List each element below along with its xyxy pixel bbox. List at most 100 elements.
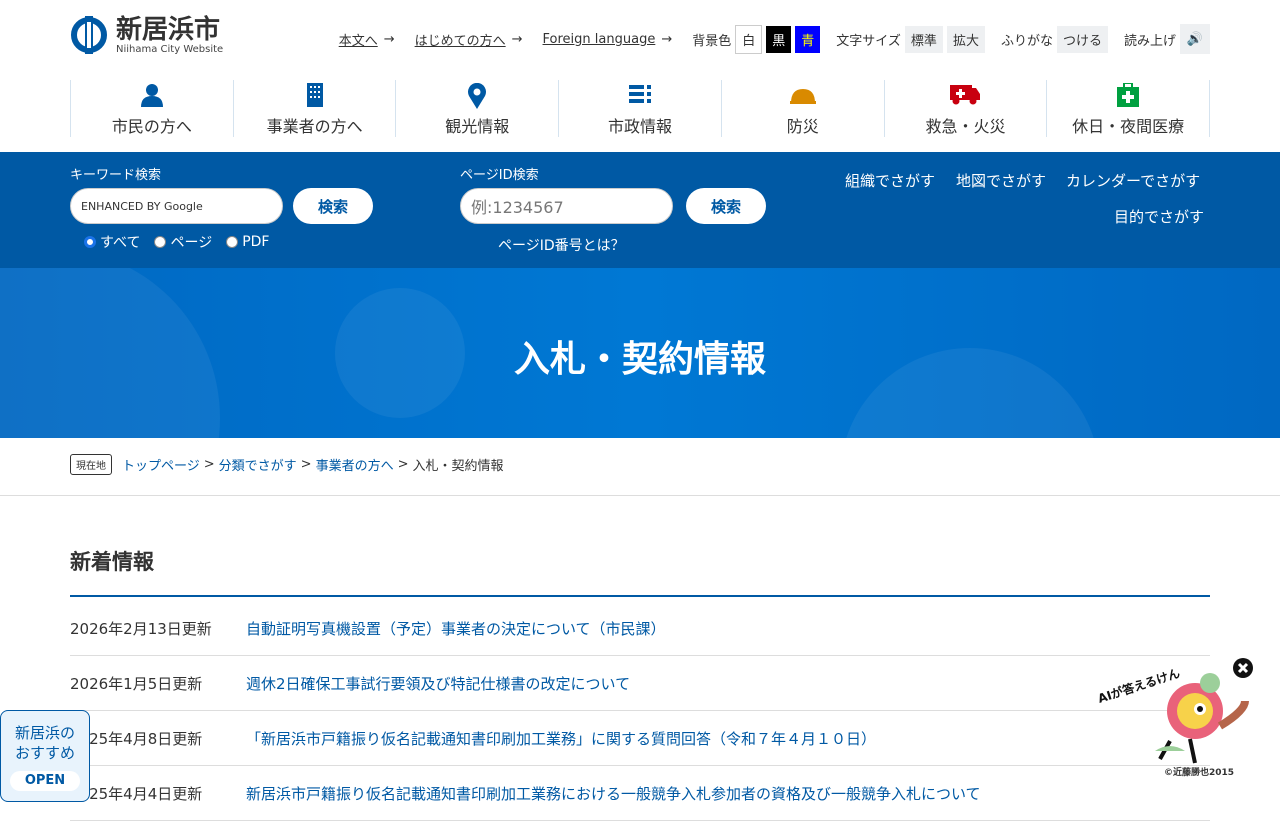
- recommend-panel[interactable]: 新居浜の おすすめ OPEN: [0, 710, 90, 802]
- copyright-text: ©近藤勝也2015: [1164, 768, 1235, 778]
- arrow-icon: →: [511, 31, 523, 47]
- building-icon: [306, 83, 323, 107]
- radio-checked-icon: [84, 236, 96, 248]
- nav-tourism[interactable]: 観光情報: [395, 80, 558, 137]
- search-by-purpose-link[interactable]: 目的でさがす: [1114, 206, 1204, 227]
- radio-unchecked-icon: [226, 236, 239, 248]
- mascot-icon: [1155, 673, 1249, 764]
- recommend-title: おすすめ: [14, 744, 75, 762]
- city-emblem-icon: [71, 16, 107, 54]
- furigana-label: ふりがな: [1000, 33, 1053, 49]
- font-standard-button[interactable]: 標準: [904, 25, 943, 53]
- nav-citizens[interactable]: 市民の方へ: [70, 80, 233, 137]
- site-logo[interactable]: 新居浜市 Niihama City Website: [70, 14, 223, 56]
- utility-bar: 本文へ → はじめての方へ → Foreign language → 背景色 白 黒 …: [339, 24, 1210, 54]
- search-by-calendar-link[interactable]: カレンダーでさがす: [1066, 170, 1200, 191]
- nav-disaster[interactable]: 防災: [720, 80, 884, 137]
- radio-label: すべて: [100, 235, 141, 251]
- first-aid-icon: [1117, 83, 1140, 107]
- recommend-title: 新居浜の: [14, 724, 75, 742]
- nav-label: 事業者の方へ: [266, 117, 363, 136]
- bg-color-label: 背景色: [692, 33, 732, 49]
- news-link[interactable]: 自動証明写真機設置（予定）事業者の決定について（市民課）: [246, 618, 666, 639]
- page-title: 入札・契約情報: [513, 339, 766, 380]
- news-date: 2026年2月13日更新: [70, 619, 212, 638]
- nav-label: 防災: [786, 117, 819, 136]
- current-location-badge: 現在地: [70, 454, 112, 475]
- first-visit-link[interactable]: はじめての方へ: [415, 30, 506, 49]
- radio-label: PDF: [242, 234, 270, 250]
- nav-business[interactable]: 事業者の方へ: [232, 80, 396, 137]
- search-scope-radios: すべて ページ PDF: [84, 232, 269, 252]
- radio-unchecked-icon: [154, 236, 167, 248]
- person-icon: [140, 84, 163, 107]
- open-button[interactable]: OPEN: [10, 771, 80, 791]
- search-by-map-link[interactable]: 地図でさがす: [956, 170, 1046, 191]
- separator: >: [300, 457, 312, 472]
- radio-label: ページ: [170, 235, 213, 251]
- radio-all[interactable]: すべて: [84, 232, 140, 252]
- news-link[interactable]: 週休2日確保工事試行要領及び特記仕様書の改定について: [246, 673, 630, 694]
- news-date: 2025年4月8日更新: [70, 729, 203, 748]
- news-link[interactable]: 「新居浜市戸籍振り仮名記載通知書印刷加工業務」に関する質問回答（令和７年４月１０…: [246, 728, 876, 749]
- page-hero: 入札・契約情報: [0, 268, 1280, 438]
- arrow-icon: →: [661, 31, 673, 47]
- breadcrumb-link[interactable]: トップページ: [122, 455, 200, 474]
- pageid-help-link[interactable]: ページID番号とは？: [498, 235, 625, 255]
- radio-page[interactable]: ページ: [154, 232, 212, 252]
- list-item: 2025年4月4日更新 新居浜市戸籍振り仮名記載通知書印刷加工業務における一般競争…: [70, 766, 1210, 821]
- font-large-button[interactable]: 拡大: [946, 25, 985, 53]
- pageid-input[interactable]: 例:1234567: [460, 188, 673, 224]
- radio-pdf[interactable]: PDF: [226, 232, 269, 252]
- list-item: 2025年4月8日更新 「新居浜市戸籍振り仮名記載通知書印刷加工業務」に関する質問…: [70, 711, 1210, 766]
- nav-emergency[interactable]: 救急・火災: [883, 80, 1047, 137]
- divider: [0, 495, 1280, 496]
- list-icon: [629, 85, 652, 103]
- foreign-language-link[interactable]: Foreign language: [543, 32, 656, 47]
- main-nav: 市民の方へ 事業者の方へ 観光情報 市政情報 防災 救急・火災 休日・夜間医療: [70, 80, 1211, 137]
- pageid-search-button[interactable]: 検索: [686, 188, 766, 224]
- search-band: キーワード検索 ENHANCED BY Google 検索 すべて ページ PD…: [0, 152, 1280, 268]
- logo-subtitle: Niihama City Website: [116, 43, 224, 55]
- pageid-search-label: ページID検索: [460, 168, 539, 183]
- header: 新居浜市 Niihama City Website 本文へ → はじめての方へ → F…: [0, 0, 1280, 152]
- divider: [70, 595, 1210, 597]
- list-item: 2026年1月5日更新 週休2日確保工事試行要領及び特記仕様書の改定について: [70, 656, 1210, 711]
- map-pin-icon: [468, 83, 487, 109]
- ai-chatbot-widget[interactable]: AIが答えるけん ©近藤勝也2015: [1090, 655, 1260, 785]
- list-item: 2026年2月13日更新 自動証明写真機設置（予定）事業者の決定について（市民課）: [70, 601, 1210, 656]
- news-list: 2026年2月13日更新 自動証明写真機設置（予定）事業者の決定について（市民課）…: [70, 601, 1210, 821]
- nav-holiday-medical[interactable]: 休日・夜間医療: [1046, 80, 1211, 137]
- nav-label: 市民の方へ: [111, 117, 192, 136]
- nav-label: 休日・夜間医療: [1072, 117, 1185, 136]
- breadcrumb-link[interactable]: 分類でさがす: [219, 455, 297, 474]
- ambulance-icon: [950, 85, 981, 105]
- news-link[interactable]: 新居浜市戸籍振り仮名記載通知書印刷加工業務における一般競争入札参加者の資格及び一…: [246, 783, 981, 804]
- breadcrumb: 現在地 トップページ > 分類でさがす > 事業者の方へ > 入札・契約情報: [70, 454, 504, 475]
- speaker-icon[interactable]: 🔊: [1180, 24, 1210, 54]
- nav-city-admin[interactable]: 市政情報: [558, 80, 721, 137]
- news-date: 2026年1月5日更新: [70, 674, 203, 693]
- search-by-org-link[interactable]: 組織でさがす: [845, 170, 935, 191]
- keyword-search-input[interactable]: ENHANCED BY Google: [70, 188, 283, 224]
- bg-blue-button[interactable]: 青: [795, 25, 821, 53]
- furigana-button[interactable]: つける: [1056, 25, 1108, 53]
- nav-label: 救急・火災: [925, 117, 1006, 136]
- font-size-label: 文字サイズ: [836, 33, 901, 49]
- separator: >: [203, 457, 215, 472]
- logo-title: 新居浜市: [116, 14, 221, 45]
- arrow-icon: →: [383, 31, 395, 47]
- bg-white-button[interactable]: 白: [735, 24, 763, 54]
- bg-black-button[interactable]: 黒: [766, 25, 792, 53]
- separator: >: [397, 457, 409, 472]
- nav-label: 市政情報: [608, 117, 673, 136]
- close-icon[interactable]: [1232, 657, 1254, 679]
- keyword-search-button[interactable]: 検索: [293, 188, 373, 224]
- skip-to-content-link[interactable]: 本文へ: [339, 30, 378, 49]
- news-heading: 新着情報: [70, 550, 154, 574]
- news-date: 2025年4月4日更新: [70, 784, 203, 803]
- keyword-search-label: キーワード検索: [70, 168, 162, 183]
- breadcrumb-current: 入札・契約情報: [412, 459, 504, 474]
- nav-label: 観光情報: [445, 117, 510, 136]
- breadcrumb-link[interactable]: 事業者の方へ: [316, 455, 394, 474]
